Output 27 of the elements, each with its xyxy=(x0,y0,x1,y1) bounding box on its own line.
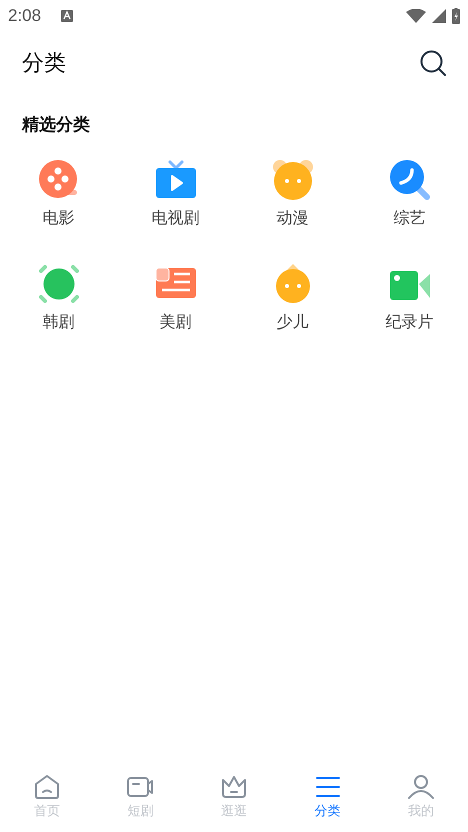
keyboard-icon xyxy=(61,10,74,22)
category-label[interactable]: 纪录片 xyxy=(386,312,434,333)
person-icon xyxy=(407,774,436,800)
crown-icon xyxy=(220,774,248,800)
wifi-icon xyxy=(406,9,426,23)
house-icon xyxy=(32,774,61,800)
video-camera-icon xyxy=(126,774,154,800)
menu-icon xyxy=(314,774,342,800)
tv-icon[interactable] xyxy=(156,160,196,200)
category-label[interactable]: 电视剧 xyxy=(152,208,200,229)
search-icon[interactable] xyxy=(420,50,446,76)
category-label[interactable]: 动漫 xyxy=(276,208,308,229)
category-label[interactable]: 美剧 xyxy=(160,312,192,333)
section-title: 精选分类 xyxy=(22,114,90,136)
category-label[interactable]: 韩剧 xyxy=(42,312,74,333)
battery-icon xyxy=(452,8,460,24)
nav-tab[interactable]: 分类 xyxy=(280,766,374,828)
signal-icon xyxy=(432,9,446,23)
magnifier-icon[interactable] xyxy=(390,160,430,200)
film-reel-icon[interactable] xyxy=(38,160,78,200)
bear-face-icon[interactable] xyxy=(272,160,312,200)
status-time: 2:08 xyxy=(8,6,42,26)
circle-icon[interactable] xyxy=(38,264,78,304)
page-title: 分类 xyxy=(22,50,66,78)
category-label[interactable]: 少儿 xyxy=(276,312,308,333)
category-label[interactable]: 综艺 xyxy=(394,208,426,229)
category-label[interactable]: 电影 xyxy=(42,208,74,229)
